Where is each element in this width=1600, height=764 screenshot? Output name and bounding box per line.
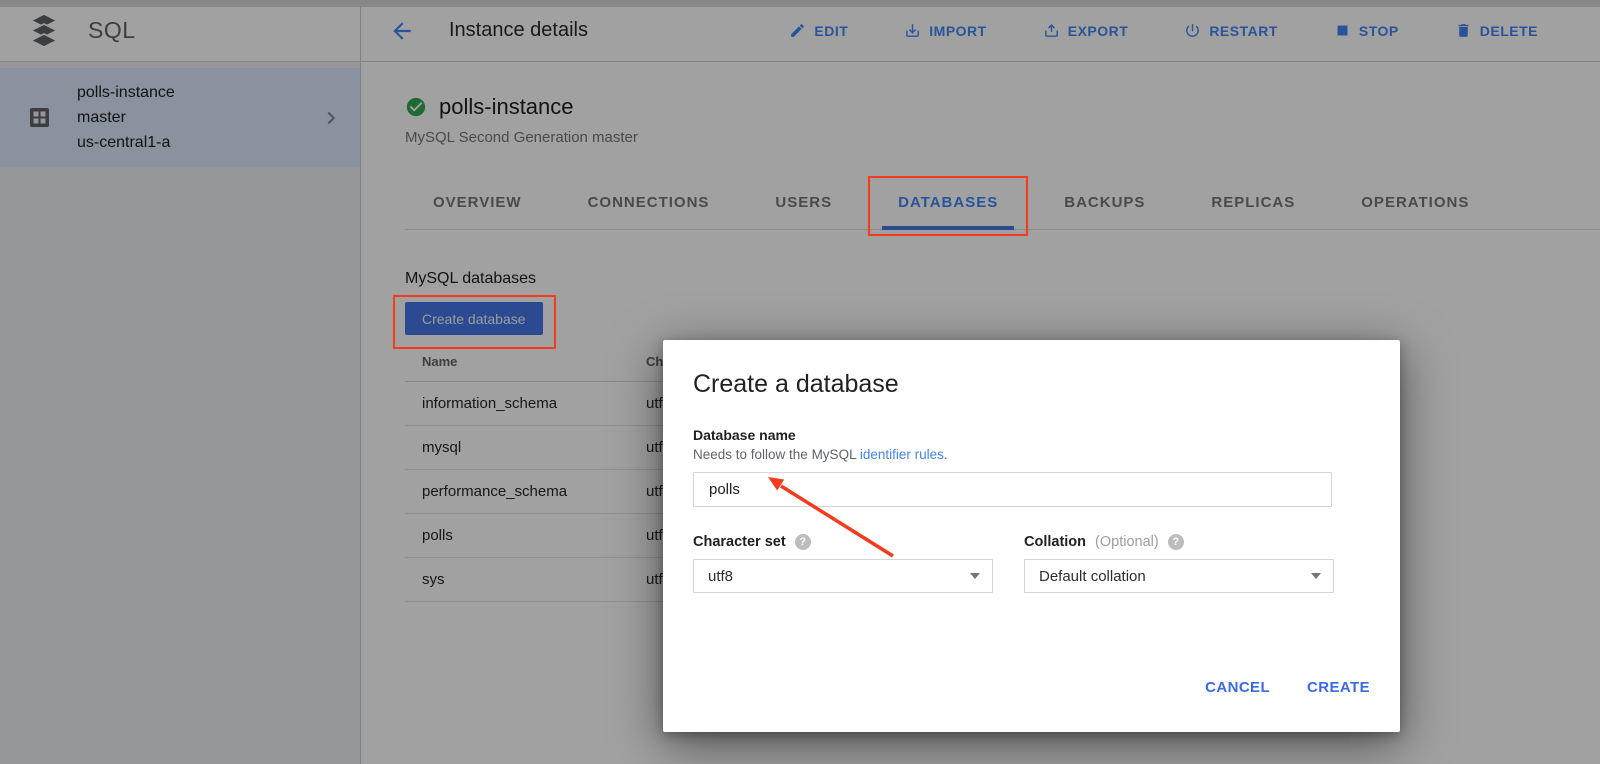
identifier-rules-link[interactable]: identifier rules [860, 447, 944, 462]
create-button[interactable]: CREATE [1307, 679, 1370, 696]
dialog-fields-row: Character set ? utf8 Collation (Optional… [693, 534, 1370, 593]
collation-help-icon[interactable]: ? [1168, 534, 1184, 550]
dialog-title: Create a database [693, 370, 1370, 399]
collation-select[interactable]: Default collation [1024, 559, 1334, 593]
caret-down-icon [970, 573, 980, 579]
helper-period: . [944, 447, 948, 462]
charset-help-icon[interactable]: ? [795, 534, 811, 550]
collation-optional-label: (Optional) [1095, 534, 1159, 550]
create-database-dialog: Create a database Database name Needs to… [663, 340, 1400, 732]
cancel-button[interactable]: CANCEL [1205, 679, 1270, 696]
caret-down-icon [1311, 573, 1321, 579]
page: SQL Instance details EDIT IMPORT [0, 0, 1600, 764]
charset-label: Character set [693, 534, 786, 550]
charset-field: Character set ? utf8 [693, 534, 993, 593]
helper-text: Needs to follow the MySQL [693, 447, 860, 462]
database-name-label: Database name [693, 427, 1370, 443]
charset-select[interactable]: utf8 [693, 559, 993, 593]
collation-value: Default collation [1039, 568, 1146, 585]
collation-label: Collation [1024, 534, 1086, 550]
collation-field: Collation (Optional) ? Default collation [1024, 534, 1334, 593]
charset-value: utf8 [708, 568, 733, 585]
database-name-input[interactable] [693, 472, 1332, 507]
dialog-footer: CANCEL CREATE [1205, 679, 1370, 696]
database-name-helper: Needs to follow the MySQL identifier rul… [693, 447, 1370, 462]
